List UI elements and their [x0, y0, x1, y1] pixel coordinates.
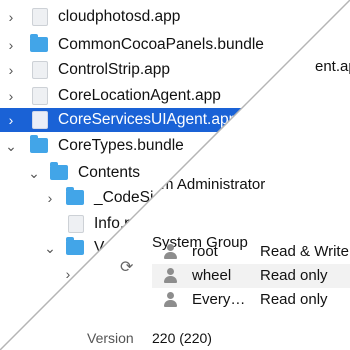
chevron-down-icon[interactable]: ⌄ [42, 236, 58, 260]
list-item-label: Contents [78, 164, 141, 181]
everyone-icon [162, 292, 178, 308]
folder-icon [30, 34, 48, 52]
app-icon [32, 111, 48, 129]
folder-icon [50, 162, 68, 180]
version-label: Version [87, 330, 134, 346]
partial-filename-text: ent.app [315, 58, 350, 75]
document-icon [68, 215, 84, 233]
group-icon [162, 268, 178, 284]
chevron-down-icon[interactable]: ⌄ [3, 134, 19, 158]
refresh-icon[interactable]: ⟳ [120, 257, 133, 277]
app-icon [32, 61, 48, 79]
list-item-label: CoreServicesUIAgent.app [58, 111, 238, 128]
permission-privilege[interactable]: Read only [260, 291, 328, 308]
user-icon [162, 244, 178, 260]
permission-name: wheel [192, 267, 232, 284]
permission-privilege[interactable]: Read & Write [260, 243, 349, 260]
folder-icon [30, 135, 48, 153]
permission-name: Every… [192, 291, 246, 308]
chevron-right-icon[interactable]: › [3, 58, 19, 82]
permission-name: root [192, 243, 218, 260]
list-item-label: CommonCocoaPanels.bundle [58, 36, 264, 53]
chevron-down-icon[interactable]: ⌄ [26, 161, 42, 185]
version-value: 220 (220) [152, 330, 212, 346]
chevron-right-icon[interactable]: › [3, 33, 19, 57]
chevron-right-icon[interactable]: › [3, 108, 19, 132]
folder-icon [66, 187, 84, 205]
permission-privilege[interactable]: Read only [260, 267, 328, 284]
list-item-label: CoreTypes.bundle [58, 137, 184, 154]
app-icon [32, 87, 48, 105]
app-icon [32, 8, 48, 26]
chevron-right-icon[interactable]: › [3, 5, 19, 29]
permission-row-wheel[interactable]: wheel Read only [152, 264, 350, 288]
list-item-label: cloudphotosd.app [58, 8, 181, 25]
list-item-label: CoreLocationAgent.app [58, 87, 221, 104]
chevron-right-icon[interactable]: › [3, 84, 19, 108]
permission-row-everyone[interactable]: Every… Read only [152, 288, 350, 312]
folder-icon [66, 237, 84, 255]
list-item-label: ControlStrip.app [58, 61, 171, 78]
list-item[interactable]: › cloudphotosd.app [0, 5, 350, 29]
permission-row-root[interactable]: root Read & Write [152, 240, 350, 264]
chevron-right-icon[interactable]: › [42, 186, 58, 210]
